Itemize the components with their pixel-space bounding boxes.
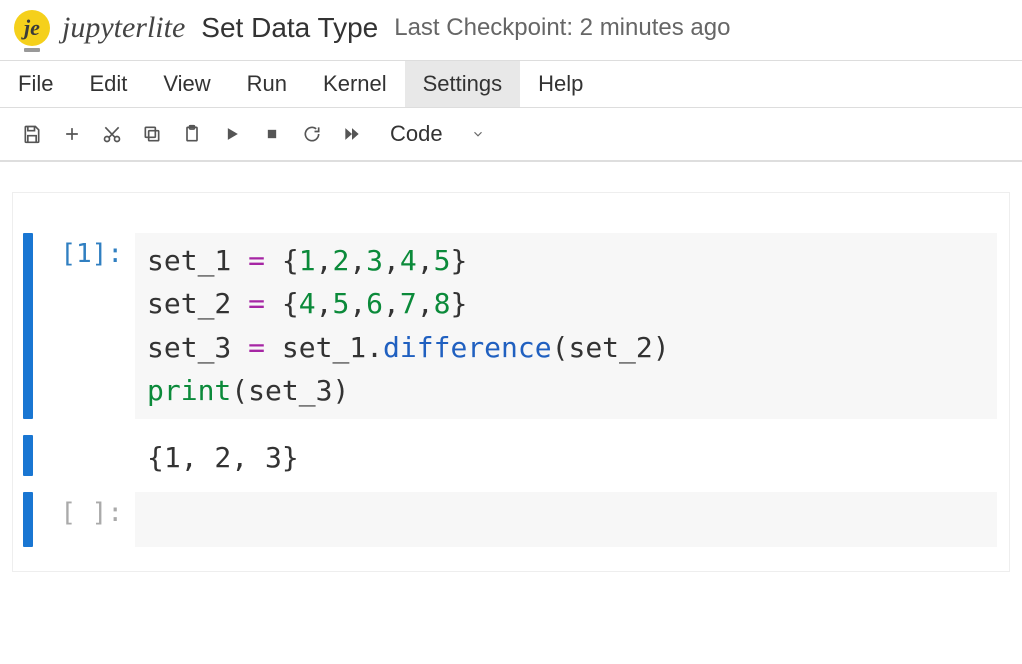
- cell-type-select[interactable]: Code: [386, 119, 489, 149]
- run-button[interactable]: [214, 116, 250, 152]
- cell-type-value: Code: [390, 121, 443, 147]
- code-input[interactable]: [135, 492, 997, 547]
- code-input[interactable]: set_1 = {1,2,3,4,5} set_2 = {4,5,6,7,8} …: [135, 233, 997, 419]
- cell-body: set_1 = {1,2,3,4,5} set_2 = {4,5,6,7,8} …: [135, 233, 997, 419]
- restart-button[interactable]: [294, 116, 330, 152]
- save-button[interactable]: [14, 116, 50, 152]
- menu-item-settings[interactable]: Settings: [405, 61, 521, 107]
- cell-marker: [23, 492, 33, 547]
- cut-button[interactable]: [94, 116, 130, 152]
- cell-body: [135, 492, 997, 547]
- checkpoint-status: Last Checkpoint: 2 minutes ago: [394, 14, 730, 42]
- output-area: {1, 2, 3}: [13, 435, 1009, 476]
- copy-button[interactable]: [134, 116, 170, 152]
- code-cell[interactable]: [1]:set_1 = {1,2,3,4,5} set_2 = {4,5,6,7…: [13, 233, 1009, 419]
- code-cell[interactable]: [ ]:: [13, 492, 1009, 547]
- interrupt-button[interactable]: [254, 116, 290, 152]
- paste-button[interactable]: [174, 116, 210, 152]
- notebook-panel: [1]:set_1 = {1,2,3,4,5} set_2 = {4,5,6,7…: [12, 192, 1010, 572]
- cell-marker: [23, 435, 33, 476]
- restart-run-all-button[interactable]: [334, 116, 370, 152]
- menu-item-kernel[interactable]: Kernel: [305, 61, 405, 107]
- chevron-down-icon: [471, 127, 485, 141]
- app-name: jupyterlite: [62, 11, 185, 45]
- menu-bar: FileEditViewRunKernelSettingsHelp: [0, 60, 1022, 107]
- document-title[interactable]: Set Data Type: [201, 12, 378, 44]
- menu-item-help[interactable]: Help: [520, 61, 601, 107]
- menu-item-edit[interactable]: Edit: [71, 61, 145, 107]
- menu-item-file[interactable]: File: [0, 61, 71, 107]
- menu-item-view[interactable]: View: [145, 61, 228, 107]
- logo-icon: je: [14, 10, 50, 46]
- menu-item-run[interactable]: Run: [229, 61, 305, 107]
- stdout: {1, 2, 3}: [135, 435, 997, 476]
- cell-marker: [23, 233, 33, 419]
- insert-cell-button[interactable]: [54, 116, 90, 152]
- header: je jupyterlite Set Data Type Last Checkp…: [0, 0, 1022, 60]
- toolbar: Code: [0, 107, 1022, 162]
- notebook-container: [1]:set_1 = {1,2,3,4,5} set_2 = {4,5,6,7…: [0, 162, 1022, 584]
